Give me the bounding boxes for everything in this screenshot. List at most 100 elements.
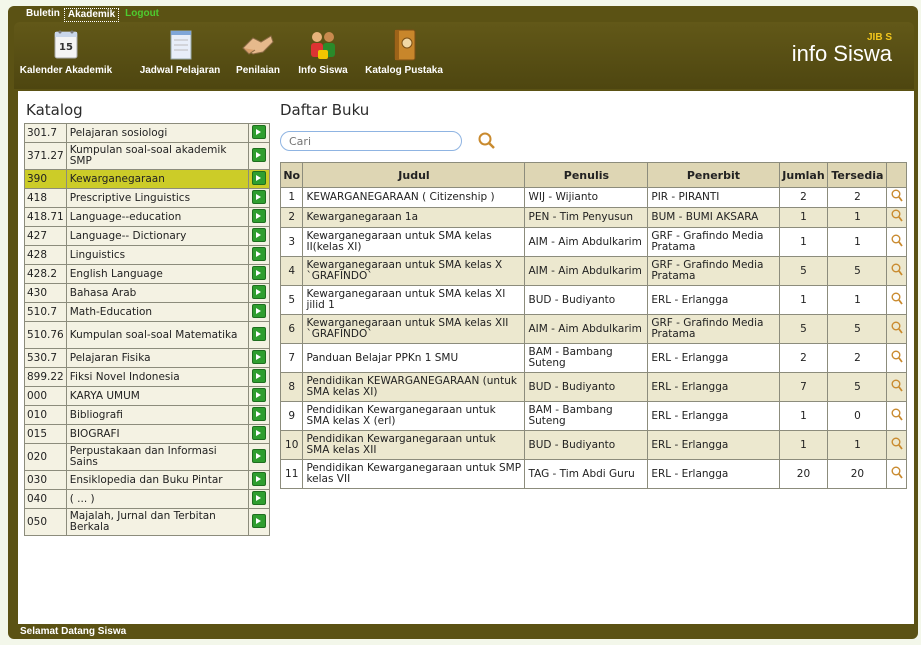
toolbar-katalog-pustaka[interactable]: Katalog Pustaka bbox=[360, 28, 448, 76]
catalog-name[interactable]: Perpustakaan dan Informasi Sains bbox=[65, 443, 250, 471]
arrow-right-icon[interactable] bbox=[252, 490, 266, 505]
catalog-item[interactable]: 427 Language-- Dictionary bbox=[24, 226, 270, 246]
catalog-item[interactable]: 428.2 English Language bbox=[24, 264, 270, 284]
table-row[interactable]: 5 Kewarganegaraan untuk SMA kelas XI jili… bbox=[279, 285, 907, 315]
table-row[interactable]: 10 Pendidikan Kewarganegaraan untuk SMA k… bbox=[279, 430, 907, 460]
catalog-name[interactable]: Ensiklopedia dan Buku Pintar bbox=[65, 470, 250, 490]
catalog-item[interactable]: 020 Perpustakaan dan Informasi Sains bbox=[24, 443, 270, 471]
catalog-name[interactable]: Kewarganegaraan bbox=[65, 169, 250, 189]
catalog-item[interactable]: 430 Bahasa Arab bbox=[24, 283, 270, 303]
arrow-right-icon[interactable] bbox=[252, 368, 266, 383]
table-row[interactable]: 4 Kewarganegaraan untuk SMA kelas X `GRAF… bbox=[279, 256, 907, 286]
arrow-right-icon[interactable] bbox=[252, 208, 266, 223]
catalog-item[interactable]: 030 Ensiklopedia dan Buku Pintar bbox=[24, 470, 270, 490]
magnifier-icon[interactable] bbox=[891, 437, 903, 451]
col-penulis[interactable]: Penulis bbox=[524, 162, 649, 188]
arrow-right-icon[interactable] bbox=[252, 189, 266, 204]
col-tersedia[interactable]: Tersedia bbox=[827, 162, 888, 188]
table-row[interactable]: 8 Pendidikan KEWARGANEGARAAN (untuk SMA k… bbox=[279, 372, 907, 402]
magnifier-icon[interactable] bbox=[891, 292, 903, 306]
col-jumlah[interactable]: Jumlah bbox=[778, 162, 829, 188]
toolbar-jadwal-pelajaran[interactable]: Jadwal Pelajaran bbox=[132, 28, 228, 76]
catalog-item[interactable]: 040( ... ) bbox=[24, 489, 270, 509]
catalog-item[interactable]: 301.7 Pelajaran sosiologi bbox=[24, 123, 270, 143]
magnifier-icon[interactable] bbox=[891, 263, 903, 277]
arrow-right-icon[interactable] bbox=[252, 124, 266, 139]
search-input[interactable] bbox=[280, 131, 462, 151]
catalog-name[interactable]: English Language bbox=[65, 264, 250, 284]
catalog-name[interactable]: Language--education bbox=[65, 207, 250, 227]
table-row[interactable]: 7 Panduan Belajar PPKn 1 SMU BAM - Bambang… bbox=[279, 343, 907, 373]
magnifier-icon[interactable] bbox=[891, 466, 903, 480]
table-row[interactable]: 11 Pendidikan Kewarganegaraan untuk SMP k… bbox=[279, 459, 907, 489]
magnifier-icon[interactable] bbox=[891, 408, 903, 422]
catalog-code: 030 bbox=[24, 470, 67, 490]
catalog-name[interactable]: Bibliografi bbox=[65, 405, 250, 425]
magnifier-icon[interactable] bbox=[891, 379, 903, 393]
arrow-right-icon[interactable] bbox=[252, 471, 266, 486]
catalog-item[interactable]: 428 Linguistics bbox=[24, 245, 270, 265]
catalog-name[interactable]: Math-Education bbox=[65, 302, 250, 322]
catalog-item[interactable]: 418 Prescriptive Linguistics bbox=[24, 188, 270, 208]
catalog-item[interactable]: 371.27 Kumpulan soal-soal akademik SMP bbox=[24, 142, 270, 170]
catalog-name[interactable]: Language-- Dictionary bbox=[65, 226, 250, 246]
table-row[interactable]: 9 Pendidikan Kewarganegaraan untuk SMA ke… bbox=[279, 401, 907, 431]
table-row[interactable]: 3 Kewarganegaraan untuk SMA kelas II(kela… bbox=[279, 227, 907, 257]
catalog-name[interactable]: BIOGRAFI bbox=[65, 424, 250, 444]
menu-buletin[interactable]: Buletin bbox=[20, 8, 64, 22]
arrow-right-icon[interactable] bbox=[252, 265, 266, 280]
col-judul[interactable]: Judul bbox=[302, 162, 526, 188]
arrow-right-icon[interactable] bbox=[252, 448, 266, 463]
arrow-right-icon[interactable] bbox=[252, 227, 266, 242]
toolbar-info-siswa[interactable]: Info Siswa bbox=[293, 28, 353, 76]
catalog-item[interactable]: 510.7 Math-Education bbox=[24, 302, 270, 322]
catalog-item[interactable]: 000 KARYA UMUM bbox=[24, 386, 270, 406]
arrow-right-icon[interactable] bbox=[252, 387, 266, 402]
catalog-name[interactable]: Pelajaran Fisika bbox=[65, 348, 250, 368]
arrow-right-icon[interactable] bbox=[252, 425, 266, 440]
catalog-name[interactable]: Prescriptive Linguistics bbox=[65, 188, 250, 208]
catalog-name[interactable]: Linguistics bbox=[65, 245, 250, 265]
table-row[interactable]: 1 KEWARGANEGARAAN ( Citizenship ) WIJ - Wi… bbox=[279, 187, 907, 208]
catalog-item[interactable]: 510.76 Kumpulan soal-soal Matematika bbox=[24, 321, 270, 349]
catalog-item[interactable]: 530.7 Pelajaran Fisika bbox=[24, 348, 270, 368]
col-no[interactable]: No bbox=[279, 162, 304, 188]
toolbar-kalender-akademik[interactable]: 15 Kalender Akademik bbox=[18, 28, 114, 76]
catalog-item[interactable]: 390 Kewarganegaraan bbox=[24, 169, 270, 189]
magnifier-icon[interactable] bbox=[891, 350, 903, 364]
catalog-item[interactable]: 010 Bibliografi bbox=[24, 405, 270, 425]
magnifier-icon[interactable] bbox=[891, 321, 903, 335]
catalog-item[interactable]: 050 Majalah, Jurnal dan Terbitan Berkala bbox=[24, 508, 270, 536]
catalog-item[interactable]: 899.22 Fiksi Novel Indonesia bbox=[24, 367, 270, 387]
catalog-name[interactable]: Majalah, Jurnal dan Terbitan Berkala bbox=[65, 508, 250, 536]
arrow-right-icon[interactable] bbox=[252, 303, 266, 318]
table-row[interactable]: 6 Kewarganegaraan untuk SMA kelas XII `GR… bbox=[279, 314, 907, 344]
menu-logout[interactable]: Logout bbox=[119, 8, 163, 22]
arrow-right-icon[interactable] bbox=[252, 513, 266, 528]
catalog-name[interactable]: KARYA UMUM bbox=[65, 386, 250, 406]
arrow-right-icon[interactable] bbox=[252, 147, 266, 162]
catalog-item[interactable]: 015 BIOGRAFI bbox=[24, 424, 270, 444]
arrow-right-icon[interactable] bbox=[252, 246, 266, 261]
magnifier-icon[interactable] bbox=[891, 189, 903, 203]
catalog-name[interactable]: Kumpulan soal-soal akademik SMP bbox=[65, 142, 250, 170]
catalog-name[interactable]: Kumpulan soal-soal Matematika bbox=[65, 321, 250, 349]
catalog-name[interactable]: ( ... ) bbox=[65, 489, 250, 509]
arrow-right-icon[interactable] bbox=[252, 284, 266, 299]
arrow-right-icon[interactable] bbox=[252, 170, 266, 185]
toolbar-penilaian[interactable]: Penilaian bbox=[232, 28, 284, 76]
magnifier-icon[interactable] bbox=[891, 209, 903, 223]
arrow-right-icon[interactable] bbox=[252, 349, 266, 364]
catalog-name[interactable]: Pelajaran sosiologi bbox=[65, 123, 250, 143]
col-penerbit[interactable]: Penerbit bbox=[647, 162, 780, 188]
catalog-name[interactable]: Bahasa Arab bbox=[65, 283, 250, 303]
magnifier-icon[interactable] bbox=[891, 234, 903, 248]
table-row[interactable]: 2 Kewarganegaraan 1a PEN - Tim Penyusun BUM… bbox=[279, 207, 907, 228]
catalog-item[interactable]: 418.71 Language--education bbox=[24, 207, 270, 227]
catalog-name[interactable]: Fiksi Novel Indonesia bbox=[65, 367, 250, 387]
search-icon[interactable] bbox=[477, 131, 497, 151]
arrow-right-icon[interactable] bbox=[252, 326, 266, 341]
arrow-right-icon[interactable] bbox=[252, 406, 266, 421]
catalog-go-cell bbox=[248, 188, 270, 208]
menu-akademik[interactable]: Akademik bbox=[63, 8, 120, 22]
